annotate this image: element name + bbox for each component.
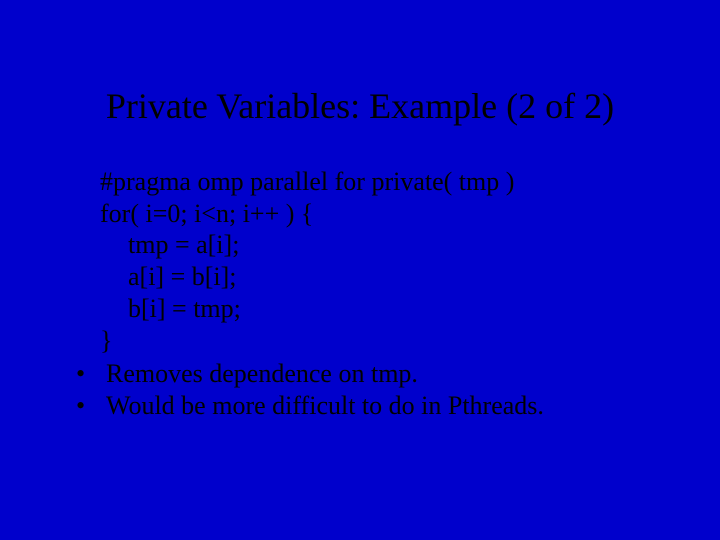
code-line: tmp = a[i]; — [100, 229, 670, 261]
bullet-item: • Would be more difficult to do in Pthre… — [70, 390, 670, 422]
bullet-dot-icon: • — [70, 390, 106, 422]
code-line: #pragma omp parallel for private( tmp ) — [100, 166, 670, 198]
slide-title: Private Variables: Example (2 of 2) — [0, 85, 720, 127]
slide-body: #pragma omp parallel for private( tmp ) … — [70, 166, 670, 422]
bullet-dot-icon: • — [70, 358, 106, 390]
code-line: a[i] = b[i]; — [100, 261, 670, 293]
bullet-item: • Removes dependence on tmp. — [70, 358, 670, 390]
code-block: #pragma omp parallel for private( tmp ) … — [100, 166, 670, 356]
code-line: for( i=0; i<n; i++ ) { — [100, 198, 670, 230]
code-line: } — [100, 325, 670, 357]
bullet-text: Removes dependence on tmp. — [106, 358, 418, 390]
bullet-list: • Removes dependence on tmp. • Would be … — [70, 358, 670, 421]
code-line: b[i] = tmp; — [100, 293, 670, 325]
slide: Private Variables: Example (2 of 2) #pra… — [0, 0, 720, 540]
bullet-text: Would be more difficult to do in Pthread… — [106, 390, 544, 422]
